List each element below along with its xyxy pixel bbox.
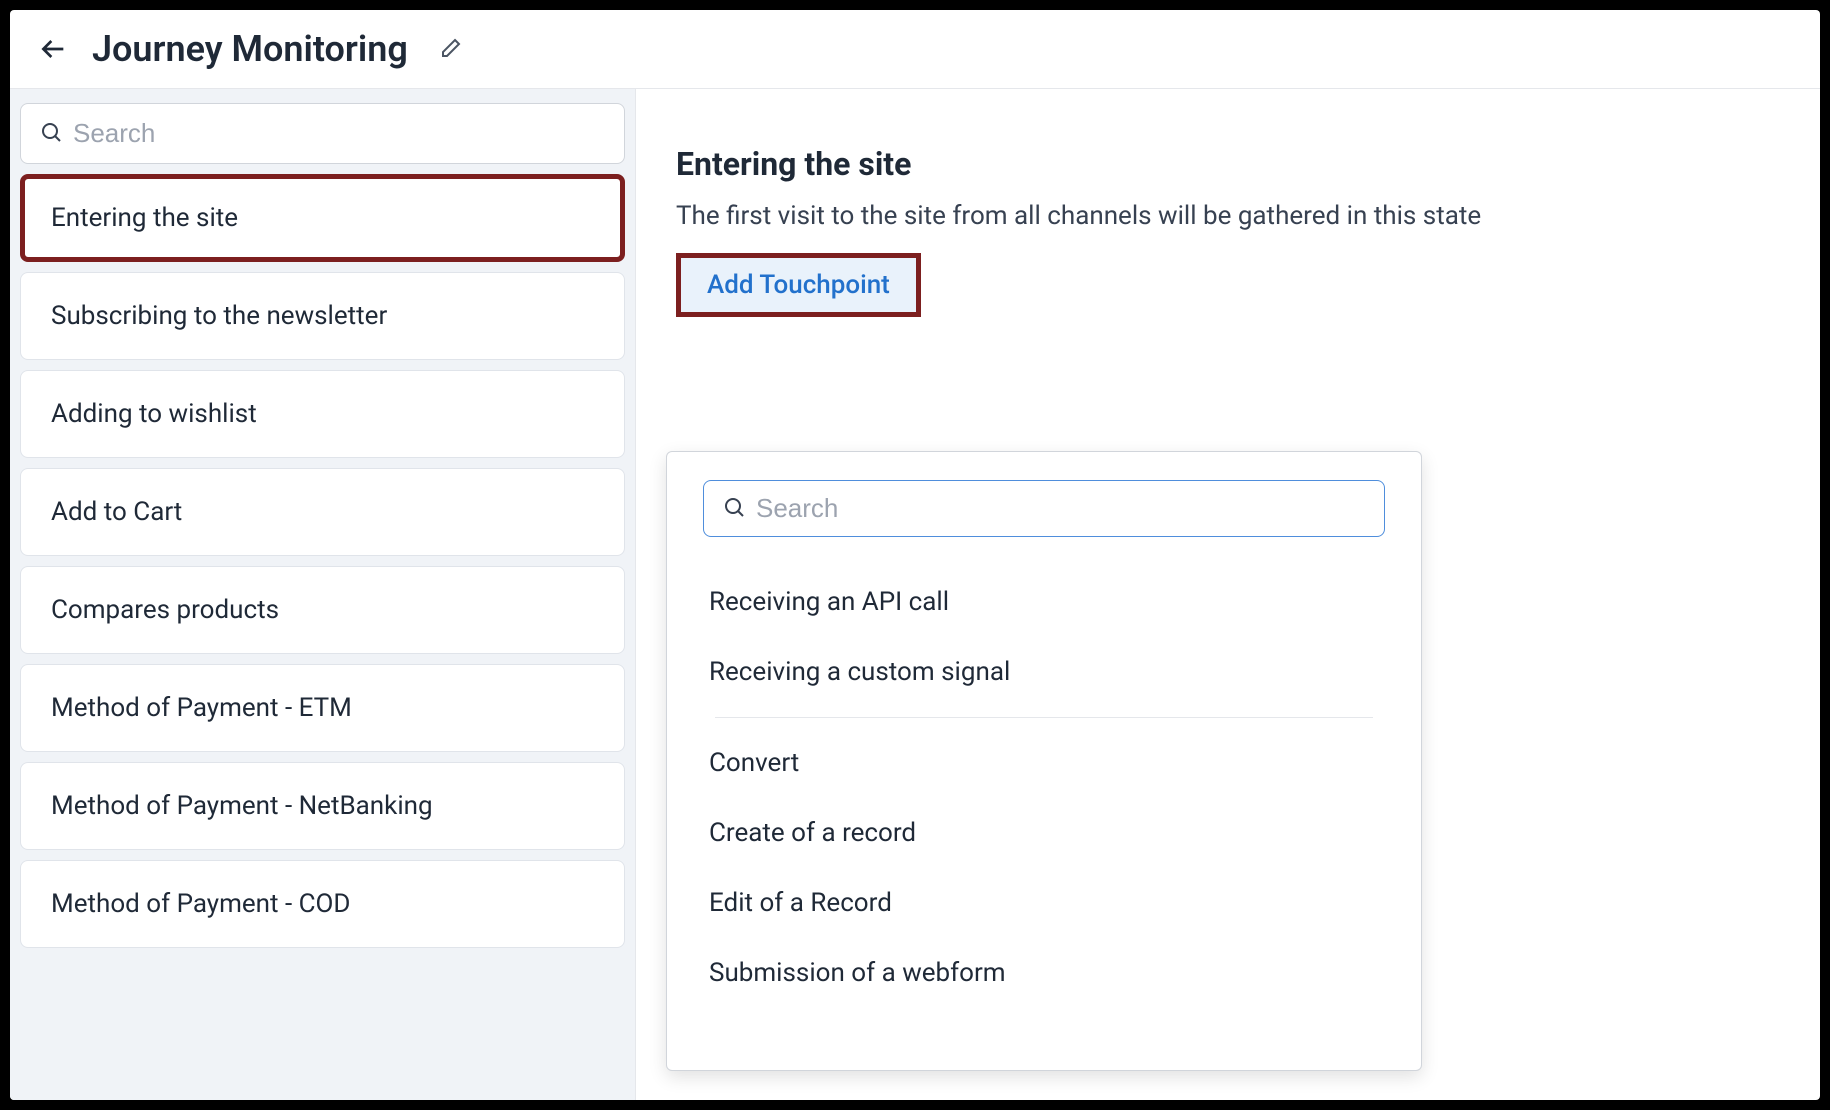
- dropdown-item-create-record[interactable]: Create of a record: [675, 798, 1413, 868]
- sidebar-item-compares[interactable]: Compares products: [20, 566, 625, 654]
- dropdown-item-edit-record[interactable]: Edit of a Record: [675, 868, 1413, 938]
- sidebar-item-label: Adding to wishlist: [51, 399, 257, 429]
- dropdown-item-label: Create of a record: [709, 818, 916, 848]
- sidebar-item-payment-etm[interactable]: Method of Payment - ETM: [20, 664, 625, 752]
- dropdown-item-label: Convert: [709, 748, 799, 778]
- dropdown-item-api-call[interactable]: Receiving an API call: [675, 567, 1413, 637]
- dropdown-item-webform[interactable]: Submission of a webform: [675, 938, 1413, 1008]
- state-description: The first visit to the site from all cha…: [676, 201, 1780, 231]
- dropdown-item-label: Submission of a webform: [709, 958, 1006, 988]
- sidebar-item-label: Method of Payment - ETM: [51, 693, 352, 723]
- search-icon: [39, 120, 63, 148]
- sidebar-item-label: Compares products: [51, 595, 279, 625]
- header: Journey Monitoring: [10, 10, 1820, 89]
- add-touchpoint-button[interactable]: Add Touchpoint: [676, 253, 921, 317]
- sidebar: Entering the site Subscribing to the new…: [10, 89, 636, 1100]
- dropdown-search-input[interactable]: [756, 493, 1366, 524]
- sidebar-item-wishlist[interactable]: Adding to wishlist: [20, 370, 625, 458]
- sidebar-item-label: Add to Cart: [51, 497, 182, 527]
- dropdown-item-label: Edit of a Record: [709, 888, 892, 918]
- dropdown-item-label: Receiving an API call: [709, 587, 949, 617]
- main-panel: Entering the site The first visit to the…: [636, 89, 1820, 1100]
- dropdown-divider: [715, 717, 1373, 718]
- sidebar-item-add-cart[interactable]: Add to Cart: [20, 468, 625, 556]
- sidebar-search-input[interactable]: [73, 118, 606, 149]
- sidebar-item-payment-cod[interactable]: Method of Payment - COD: [20, 860, 625, 948]
- state-title: Entering the site: [676, 145, 1780, 183]
- back-arrow-icon[interactable]: [38, 33, 70, 65]
- sidebar-item-label: Method of Payment - NetBanking: [51, 791, 433, 821]
- touchpoint-dropdown: Receiving an API call Receiving a custom…: [666, 451, 1422, 1071]
- page-title: Journey Monitoring: [92, 28, 408, 70]
- dropdown-item-convert[interactable]: Convert: [675, 728, 1413, 798]
- sidebar-search[interactable]: [20, 103, 625, 164]
- edit-icon[interactable]: [438, 37, 462, 61]
- sidebar-item-payment-netbanking[interactable]: Method of Payment - NetBanking: [20, 762, 625, 850]
- dropdown-item-custom-signal[interactable]: Receiving a custom signal: [675, 637, 1413, 707]
- search-icon: [722, 495, 746, 523]
- sidebar-item-label: Entering the site: [51, 203, 238, 233]
- sidebar-item-label: Subscribing to the newsletter: [51, 301, 387, 331]
- dropdown-search[interactable]: [703, 480, 1385, 537]
- sidebar-item-subscribing[interactable]: Subscribing to the newsletter: [20, 272, 625, 360]
- sidebar-item-entering-site[interactable]: Entering the site: [20, 174, 625, 262]
- dropdown-item-label: Receiving a custom signal: [709, 657, 1010, 687]
- sidebar-item-label: Method of Payment - COD: [51, 889, 351, 919]
